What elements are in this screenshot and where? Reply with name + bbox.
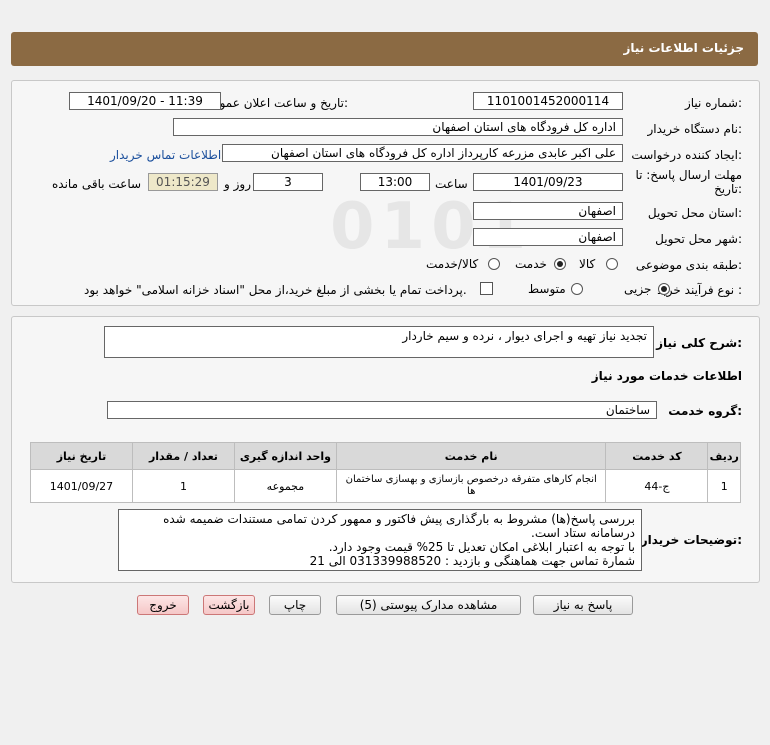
category-kala-khedmat-radio[interactable]	[488, 258, 500, 270]
services-title: اطلاعات خدمات مورد نیاز	[591, 369, 742, 383]
deadline-time-label: ساعت	[435, 177, 468, 191]
process-motavaset-label: متوسط	[528, 282, 566, 296]
buyer-notes-label: توضیحات خریدار:	[640, 533, 742, 547]
deadline-label: مهلت ارسال پاسخ: تا	[635, 168, 742, 182]
cell-date: 1401/09/27	[30, 469, 133, 503]
category-kala-label: کالا	[579, 257, 596, 271]
deadline-time-field: 13:00	[360, 173, 430, 191]
announce-date-field: 1401/09/20 - 11:39	[69, 92, 221, 110]
deadline-date-field: 1401/09/23	[473, 173, 623, 191]
summary-label: شرح کلی نیاز:	[656, 336, 742, 350]
services-table-header: تاریخ نیاز تعداد / مقدار واحد اندازه گیر…	[30, 442, 741, 470]
need-number-field: 1101001452000114	[473, 92, 623, 110]
creator-field: علی اکبر عابدی مزرعه کارپرداز اداره کل ف…	[222, 144, 623, 162]
days-label: روز و	[224, 177, 251, 191]
creator-label: ایجاد کننده درخواست:	[631, 148, 742, 162]
buyer-contact-link[interactable]: اطلاعات تماس خریدار	[110, 148, 221, 162]
category-kala-khedmat-label: کالا/خدمت	[426, 257, 479, 271]
cell-quantity: 1	[131, 469, 235, 503]
page-header: جزئیات اطلاعات نیاز	[11, 32, 758, 66]
cell-service-name: انجام کارهای متفرقه درخصوص بازسازی و بهس…	[335, 469, 607, 503]
need-number-label: شماره نیاز:	[684, 96, 742, 110]
attachments-button[interactable]: مشاهده مدارک پیوستی (5)	[336, 595, 521, 615]
col-unit: واحد اندازه گیری	[233, 442, 337, 470]
days-field: 3	[253, 173, 323, 191]
service-group-field: ساختمان	[107, 401, 657, 419]
buyer-note-line-2: با توجه به اعتبار ابلاغی امکان تعدیل تا …	[328, 540, 635, 554]
payment-note: پرداخت تمام یا بخشی از مبلغ خرید،از محل …	[84, 283, 467, 297]
col-row: ردیف	[707, 442, 741, 470]
cell-row: 1	[707, 469, 741, 503]
buyer-notes-field: بررسی پاسخ(ها) مشروط به بارگذاری پیش فاک…	[118, 509, 642, 571]
process-jozi-radio[interactable]	[658, 283, 670, 295]
process-jozi-label: جزیی	[624, 282, 652, 296]
province-label: استان محل تحویل:	[647, 206, 742, 220]
need-info-panel	[11, 80, 760, 306]
exit-button[interactable]: خروج	[137, 595, 189, 615]
remaining-label: ساعت باقی مانده	[52, 177, 142, 191]
category-khedmat-radio[interactable]	[554, 258, 566, 270]
buyer-note-line-3: شمارة تماس جهت هماهنگی و بازدید : 031339…	[309, 554, 635, 568]
col-service-name: نام خدمت	[335, 442, 607, 470]
print-button[interactable]: چاپ	[269, 595, 321, 615]
cell-service-code: ج-44	[605, 469, 709, 503]
buyer-org-label: نام دستگاه خریدار:	[647, 122, 743, 136]
city-label: شهر محل تحویل:	[655, 232, 742, 246]
reply-button[interactable]: پاسخ به نیاز	[533, 595, 633, 615]
buyer-note-line-1: بررسی پاسخ(ها) مشروط به بارگذاری پیش فاک…	[163, 512, 635, 540]
category-label: طبقه بندی موضوعی:	[635, 258, 742, 272]
announce-date-label: تاریخ و ساعت اعلان عمومی:	[203, 96, 348, 110]
table-row: 1401/09/27 1 مجموعه انجام کارهای متفرقه …	[30, 469, 741, 503]
category-kala-radio[interactable]	[606, 258, 618, 270]
province-field: اصفهان	[473, 202, 623, 220]
summary-field: تجدید نیاز تهیه و اجرای دیوار ، نرده و س…	[104, 326, 654, 358]
service-group-label: گروه خدمت:	[668, 404, 742, 418]
category-khedmat-label: خدمت	[515, 257, 547, 271]
remaining-time-field: 01:15:29	[148, 173, 218, 191]
services-table: تاریخ نیاز تعداد / مقدار واحد اندازه گیر…	[30, 442, 741, 503]
page-title: جزئیات اطلاعات نیاز	[623, 41, 744, 55]
process-motavaset-radio[interactable]	[571, 283, 583, 295]
back-button[interactable]: بازگشت	[203, 595, 255, 615]
col-quantity: تعداد / مقدار	[131, 442, 235, 470]
buyer-org-field: اداره کل فرودگاه های استان اصفهان	[173, 118, 623, 136]
cell-unit: مجموعه	[233, 469, 337, 503]
deadline-label-date: تاریخ:	[714, 182, 742, 196]
col-service-code: کد خدمت	[605, 442, 709, 470]
treasury-checkbox[interactable]	[480, 282, 493, 295]
col-date: تاریخ نیاز	[30, 442, 133, 470]
city-field: اصفهان	[473, 228, 623, 246]
